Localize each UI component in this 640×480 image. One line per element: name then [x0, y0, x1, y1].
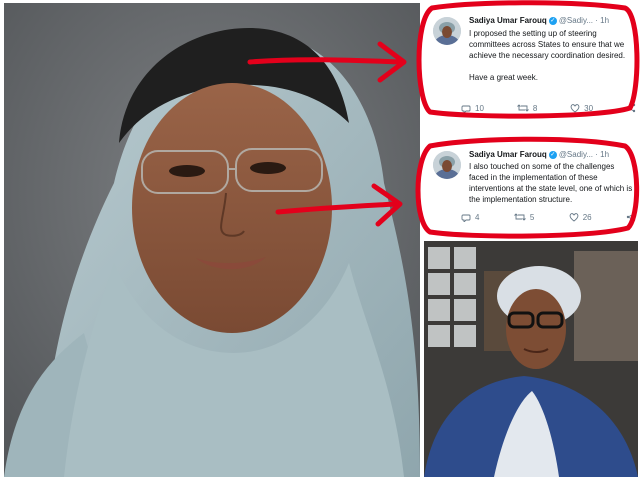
- tweet-author-name[interactable]: Sadiya Umar Farouq: [469, 16, 547, 25]
- tweet-card-1[interactable]: Sadiya Umar Farouq ✓ @Sadiy... · 1h I prop…: [425, 2, 640, 116]
- like-count: 26: [582, 212, 592, 222]
- retweet-icon: [514, 213, 526, 221]
- like-button[interactable]: 30: [570, 103, 593, 113]
- share-icon: [626, 212, 636, 222]
- retweet-icon: [516, 104, 529, 112]
- tweet-timestamp[interactable]: · 1h: [595, 16, 609, 25]
- tweet-card-2[interactable]: Sadiya Umar Farouq ✓ @Sadiy... · 1h I also…: [425, 140, 640, 230]
- retweet-count: 5: [529, 212, 535, 222]
- reply-count: 10: [475, 103, 484, 113]
- retweet-button[interactable]: 5: [514, 212, 534, 222]
- tweet-author-name[interactable]: Sadiya Umar Farouq: [469, 150, 547, 159]
- reply-icon: [461, 214, 471, 222]
- tweet-avatar[interactable]: [433, 17, 461, 45]
- tweet-text: I proposed the setting up of steering co…: [469, 29, 626, 82]
- tweet-author-handle[interactable]: @Sadiy...: [559, 16, 593, 25]
- main-portrait-photo: [4, 3, 420, 477]
- share-button[interactable]: [626, 103, 636, 113]
- share-icon: [626, 103, 636, 113]
- like-count: 30: [584, 103, 594, 113]
- tweet-avatar[interactable]: [433, 151, 461, 179]
- tweet-text: I also touched on some of the challenges…: [469, 162, 633, 204]
- like-button[interactable]: 26: [569, 212, 592, 222]
- verified-badge-icon: ✓: [548, 150, 557, 159]
- tweet-header: Sadiya Umar Farouq ✓ @Sadiy... · 1h: [469, 16, 635, 25]
- share-button[interactable]: [626, 212, 636, 222]
- tweet-actions: 10 8 30: [461, 103, 636, 113]
- reply-button[interactable]: 10: [461, 103, 484, 113]
- retweet-count: 8: [532, 103, 538, 113]
- reply-icon: [461, 105, 471, 113]
- heart-icon: [569, 213, 579, 222]
- secondary-portrait-photo: [424, 241, 638, 477]
- tweet-timestamp[interactable]: · 1h: [595, 150, 609, 159]
- reply-count: 4: [475, 212, 480, 222]
- reply-button[interactable]: 4: [461, 212, 479, 222]
- heart-icon: [570, 104, 580, 113]
- verified-badge-icon: ✓: [548, 16, 557, 25]
- tweet-actions: 4 5 26: [461, 212, 636, 222]
- tweet-header: Sadiya Umar Farouq ✓ @Sadiy... · 1h: [469, 150, 635, 159]
- retweet-button[interactable]: 8: [516, 103, 538, 113]
- tweet-author-handle[interactable]: @Sadiy...: [559, 150, 593, 159]
